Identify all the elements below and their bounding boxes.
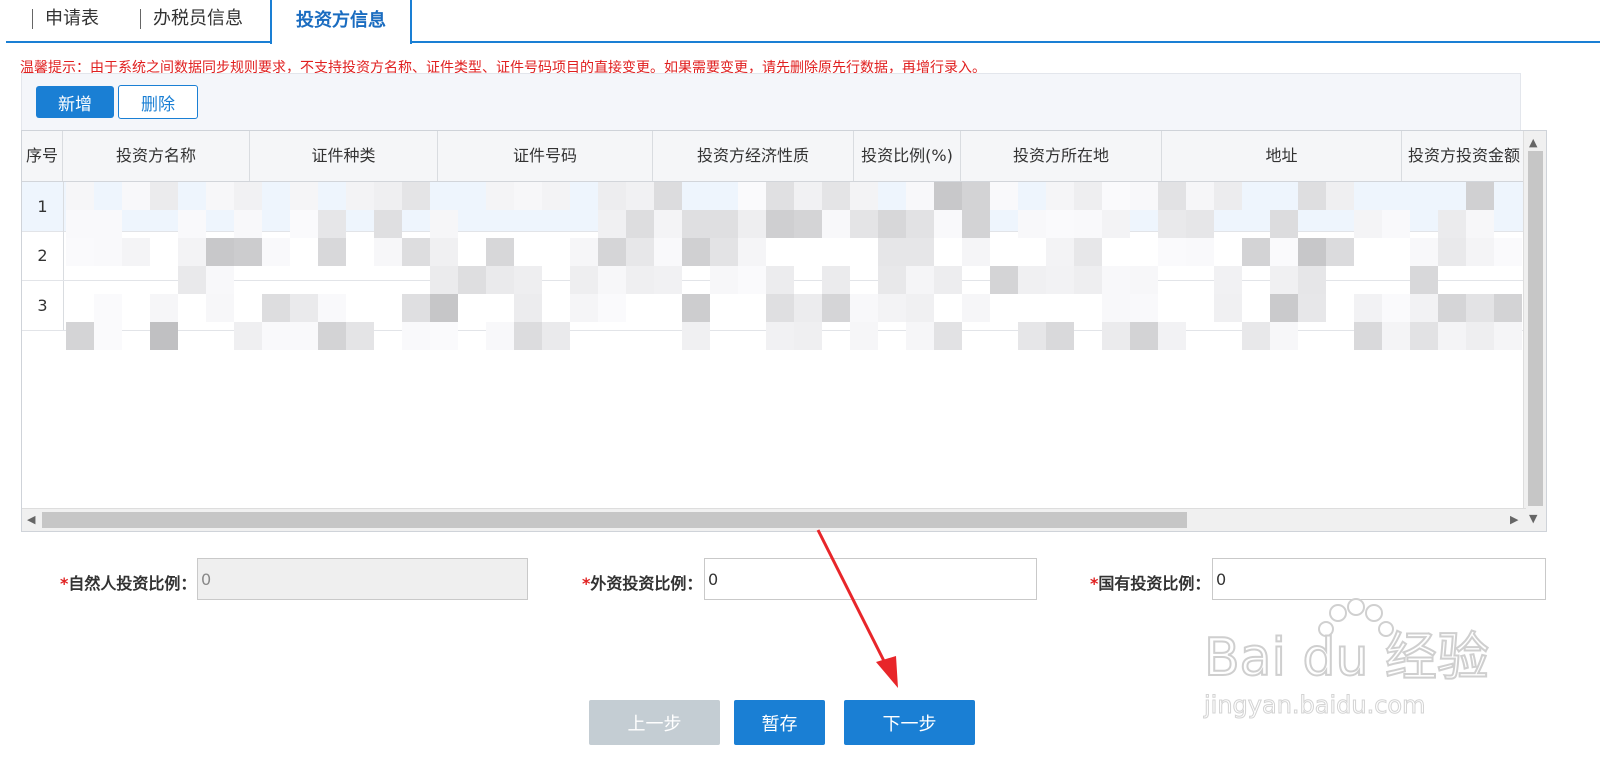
annotation-arrow [816,529,898,688]
tab-investor-info[interactable]: 投资方信息 [270,0,412,44]
tab-label: 投资方信息 [296,10,386,31]
arrow-shaft [816,529,888,666]
arrow-head [876,656,898,688]
